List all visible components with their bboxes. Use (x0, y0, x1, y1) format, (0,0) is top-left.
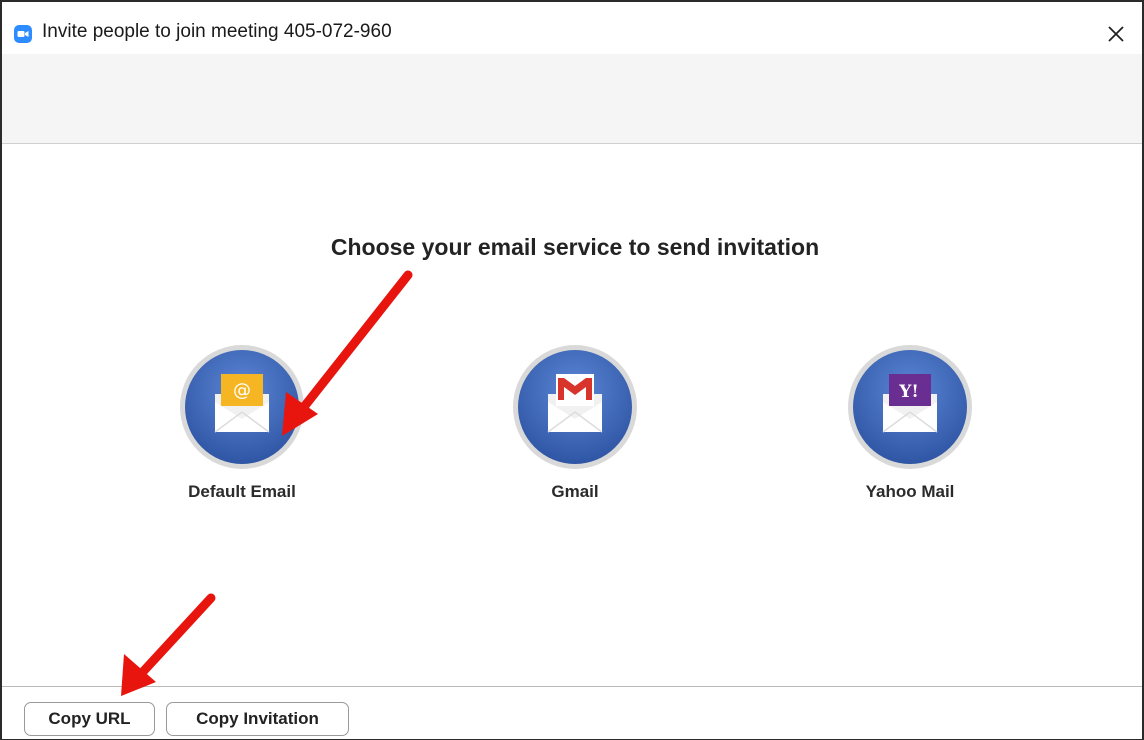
yahoo-mail-option[interactable]: Y! Yahoo Mail (835, 344, 985, 514)
svg-text:@: @ (233, 380, 251, 401)
yahoo-envelope-icon: Y! (848, 345, 972, 469)
svg-text:Y!: Y! (898, 382, 919, 402)
gmail-option[interactable]: Gmail (500, 344, 650, 514)
default-email-label: Default Email (188, 482, 296, 501)
gmail-label: Gmail (551, 482, 599, 501)
close-icon (1108, 26, 1124, 42)
copy-invitation-button[interactable]: Copy Invitation (166, 702, 349, 736)
footer-bar: Copy URL Copy Invitation (2, 686, 1142, 739)
envelope-at-icon: @ (180, 345, 304, 469)
title-bar: Invite people to join meeting 405-072-96… (2, 2, 1142, 54)
zoom-camera-icon (14, 25, 32, 43)
copy-url-button[interactable]: Copy URL (24, 702, 155, 736)
gmail-envelope-icon (513, 345, 637, 469)
invite-dialog: Invite people to join meeting 405-072-96… (0, 0, 1144, 740)
close-button[interactable] (1098, 16, 1134, 52)
yahoo-mail-label: Yahoo Mail (865, 482, 955, 501)
window-title: Invite people to join meeting 405-072-96… (42, 21, 392, 42)
email-service-heading: Choose your email service to send invita… (330, 234, 820, 260)
default-email-option[interactable]: @ Default Email (167, 344, 317, 514)
header-band (2, 54, 1142, 144)
